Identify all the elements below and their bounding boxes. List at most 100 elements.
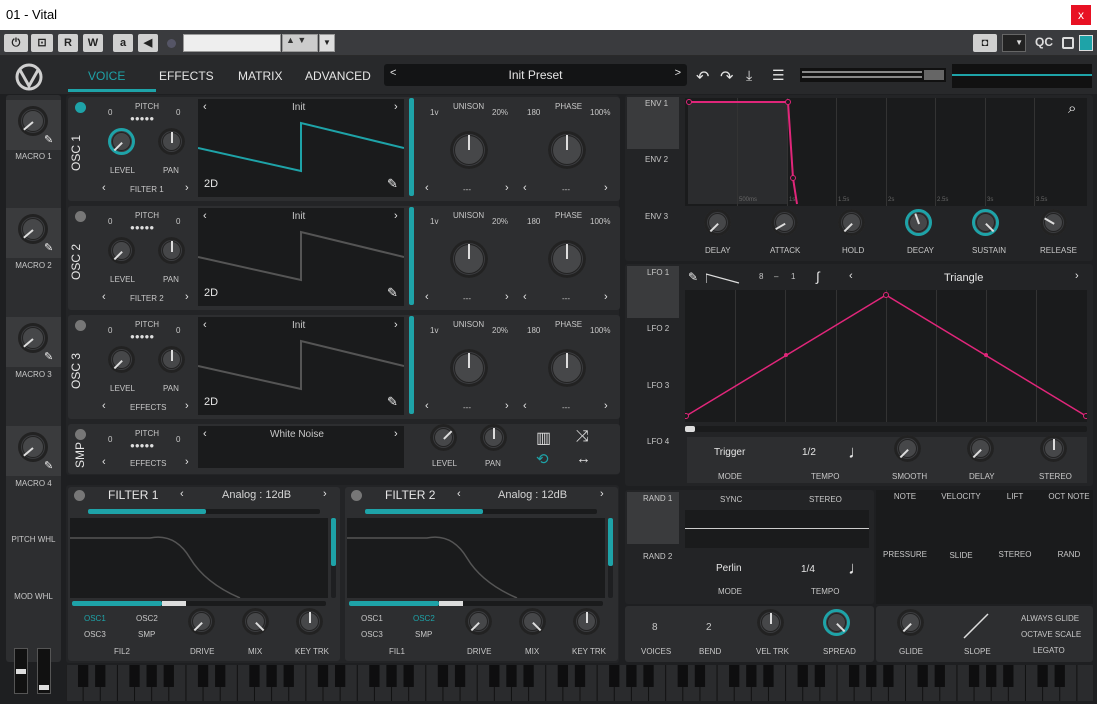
osc-2-sel1-prev[interactable]: ‹ — [425, 291, 429, 303]
osc-1-power-toggle[interactable] — [75, 102, 86, 113]
lock-icon[interactable] — [1062, 37, 1074, 49]
osc-2-sel2-next[interactable]: › — [604, 291, 608, 303]
osc-1-wave-next[interactable]: › — [394, 101, 398, 113]
filter-1-src-smp[interactable]: SMP — [138, 630, 155, 639]
black-key[interactable] — [694, 665, 706, 687]
env-hold-knob[interactable] — [838, 209, 865, 236]
black-key[interactable] — [763, 665, 774, 687]
filter-2-src-osc2[interactable]: OSC2 — [413, 614, 435, 623]
black-key[interactable] — [609, 665, 620, 687]
black-key[interactable] — [317, 665, 329, 687]
random-phase-icon[interactable]: ⤨ — [576, 428, 589, 446]
host-color-toggle[interactable] — [1079, 35, 1093, 51]
black-key[interactable] — [454, 665, 466, 687]
filter-2-blend-slider[interactable] — [365, 509, 597, 514]
lfo-grid-x[interactable]: 8 — [759, 272, 763, 281]
black-key[interactable] — [866, 665, 877, 687]
osc-1-sel2-next[interactable]: › — [604, 182, 608, 194]
lfo-grid-y[interactable]: 1 — [791, 272, 795, 281]
black-key[interactable] — [1054, 665, 1065, 687]
filter-2-gain-slider[interactable] — [608, 518, 613, 598]
osc-1-pitch-dots-icon[interactable]: ●●●●● — [130, 114, 154, 123]
osc-2-pitch-dots-icon[interactable]: ●●●●● — [130, 223, 154, 232]
osc-3-sel1-prev[interactable]: ‹ — [425, 400, 429, 412]
menu-icon[interactable]: ☰ — [772, 67, 785, 84]
black-key[interactable] — [437, 665, 449, 687]
osc-2-wave-prev[interactable]: ‹ — [203, 210, 207, 222]
osc-1-sel2-prev[interactable]: ‹ — [523, 182, 527, 194]
lfo-smooth-knob[interactable] — [894, 435, 921, 462]
env-release-knob[interactable] — [1040, 209, 1067, 236]
black-key[interactable] — [146, 665, 157, 687]
osc-3-unison-knob[interactable] — [450, 349, 488, 387]
black-key[interactable] — [729, 665, 740, 687]
macro-2-knob[interactable] — [18, 214, 48, 244]
black-key[interactable] — [283, 665, 294, 687]
source-pressure[interactable]: PRESSURE — [876, 550, 934, 559]
osc-3-power-toggle[interactable] — [75, 320, 86, 331]
filter-1-cutoff-slider[interactable] — [72, 601, 326, 606]
env-attack-knob[interactable] — [771, 209, 798, 236]
save-icon[interactable]: ⤓ — [746, 67, 752, 84]
glide-knob[interactable] — [897, 609, 924, 636]
filter-1-power-toggle[interactable] — [74, 490, 85, 501]
black-key[interactable] — [249, 665, 260, 687]
vel-trk-knob[interactable] — [757, 609, 784, 636]
osc-2-level-knob[interactable] — [108, 237, 135, 264]
source-velocity[interactable]: VELOCITY — [932, 492, 990, 501]
osc-1-pan-knob[interactable] — [158, 128, 185, 155]
lfo-phase-slider[interactable] — [685, 426, 1087, 432]
octave-scale-toggle[interactable]: OCTAVE SCALE — [1021, 630, 1081, 639]
osc-2-frame-slider[interactable] — [409, 207, 414, 305]
env-decay-knob[interactable] — [905, 209, 932, 236]
source-note[interactable]: NOTE — [876, 492, 934, 501]
black-key[interactable] — [386, 665, 397, 687]
lfo-4-tab[interactable]: LFO 4 — [647, 437, 669, 446]
filter-1-mix-knob[interactable] — [242, 608, 269, 635]
tab-advanced[interactable]: ADVANCED — [305, 66, 371, 86]
filter-1-type[interactable]: Analog : 12dB — [222, 489, 291, 501]
lfo-smooth-shape-icon[interactable] — [706, 272, 740, 284]
tab-matrix[interactable]: MATRIX — [238, 66, 282, 86]
legato-toggle[interactable]: LEGATO — [1033, 646, 1065, 655]
osc-1-dest-next[interactable]: › — [185, 182, 189, 194]
tab-voice[interactable]: VOICE — [88, 66, 125, 86]
redo-icon[interactable]: ↷ — [720, 67, 733, 87]
slope-curve-icon[interactable] — [962, 612, 990, 640]
osc-1-sel1-next[interactable]: › — [505, 182, 509, 194]
undo-icon[interactable]: ↶ — [696, 67, 709, 87]
osc-1-level-knob[interactable] — [108, 128, 135, 155]
black-key[interactable] — [129, 665, 140, 687]
rand-1-tab[interactable]: RAND 1 — [643, 494, 672, 503]
bend-value[interactable]: 2 — [706, 622, 712, 633]
osc-3-dest-next[interactable]: › — [185, 400, 189, 412]
macro-1-knob[interactable] — [18, 106, 48, 136]
env-2-tab[interactable]: ENV 2 — [645, 155, 668, 164]
voices-value[interactable]: 8 — [652, 622, 658, 633]
black-key[interactable] — [95, 665, 106, 687]
loop-icon[interactable]: ⟲ — [536, 450, 549, 468]
osc-2-wave-next[interactable]: › — [394, 210, 398, 222]
filter-1-src-osc2[interactable]: OSC2 — [136, 614, 158, 623]
black-key[interactable] — [934, 665, 945, 687]
black-key[interactable] — [1037, 665, 1048, 687]
macro-4-knob[interactable] — [18, 432, 48, 462]
spread-knob[interactable] — [823, 609, 850, 636]
black-key[interactable] — [403, 665, 414, 687]
osc-3-pitch-dots-icon[interactable]: ●●●●● — [130, 332, 154, 341]
osc-1-sel1-prev[interactable]: ‹ — [425, 182, 429, 194]
filter-2-mix-knob[interactable] — [519, 608, 546, 635]
filter-1-src-osc1[interactable]: OSC1 — [84, 614, 106, 623]
black-key[interactable] — [215, 665, 226, 687]
power-button[interactable]: ⏻ — [4, 34, 28, 52]
osc-3-sel2-prev[interactable]: ‹ — [523, 400, 527, 412]
macro-4-edit-icon[interactable]: ✎ — [44, 459, 53, 472]
env-3-tab[interactable]: ENV 3 — [645, 212, 668, 221]
black-key[interactable] — [163, 665, 174, 687]
auto-button[interactable]: a — [113, 34, 133, 52]
keyboard-keys[interactable] — [66, 665, 1094, 701]
osc-1-frame-slider[interactable] — [409, 98, 414, 196]
osc-3-sel2-next[interactable]: › — [604, 400, 608, 412]
osc-2-dest-prev[interactable]: ‹ — [102, 291, 106, 303]
black-key[interactable] — [266, 665, 277, 687]
